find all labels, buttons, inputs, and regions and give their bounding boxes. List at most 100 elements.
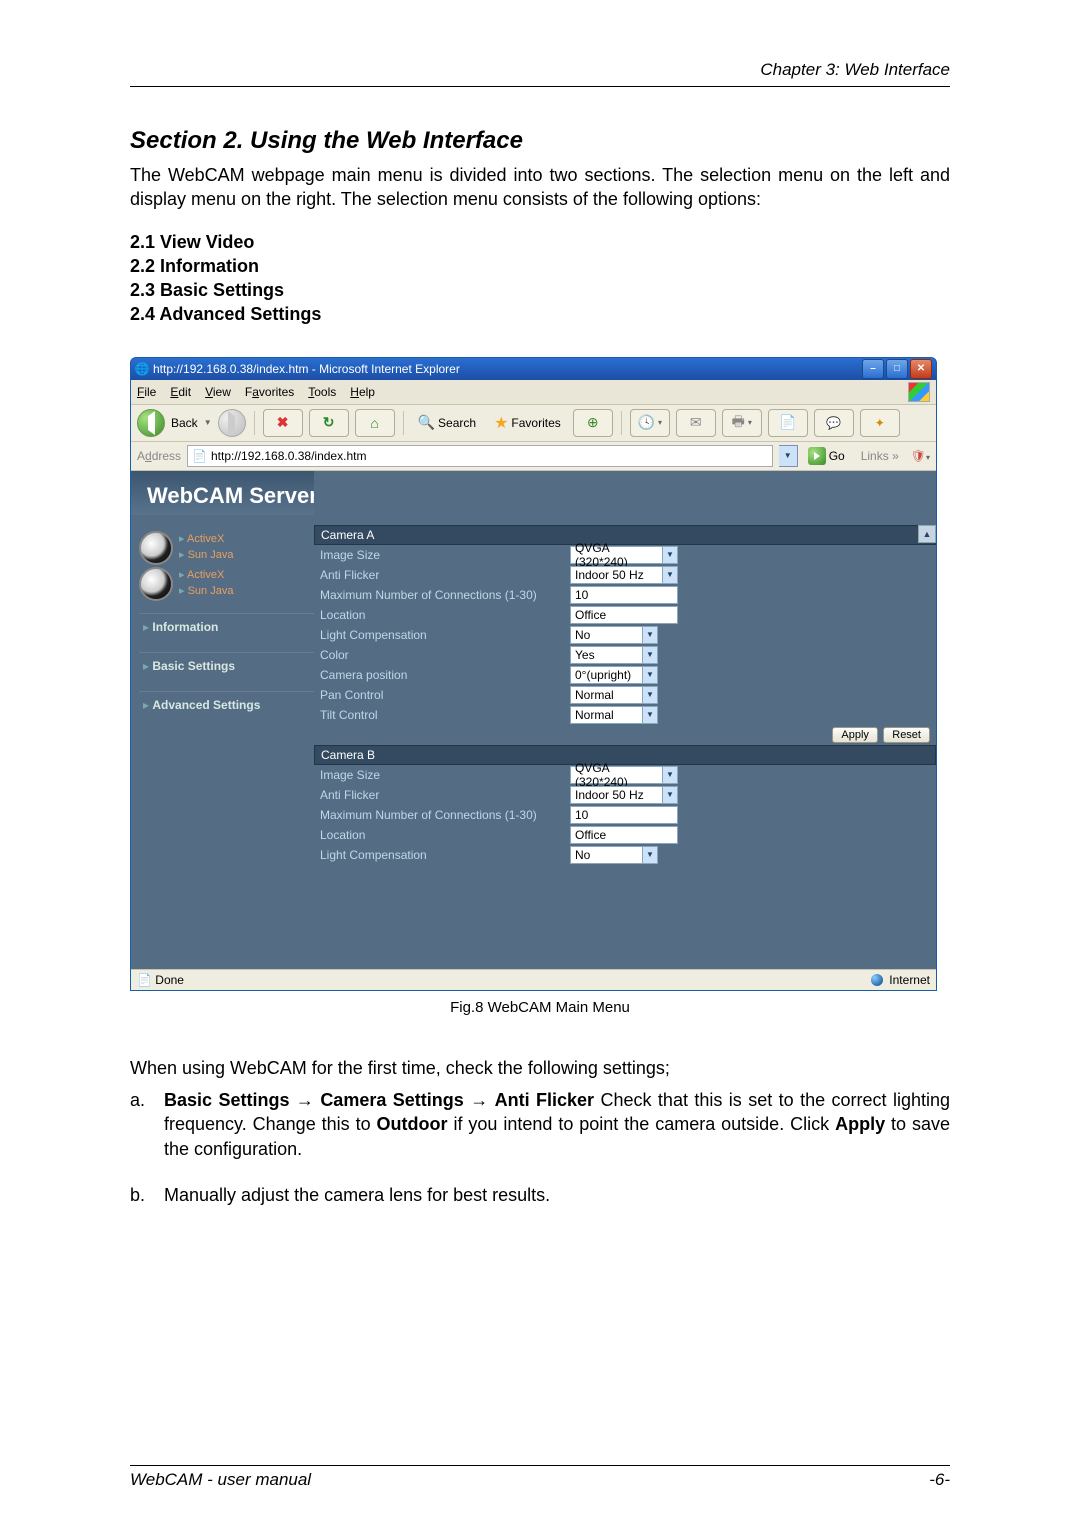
maximize-button[interactable]: □	[886, 359, 908, 379]
toc-item: 2.4 Advanced Settings	[130, 302, 950, 326]
button-row: Apply Reset	[314, 725, 936, 745]
menu-view[interactable]: View	[205, 385, 231, 399]
reset-button[interactable]: Reset	[883, 727, 930, 743]
label-color: Color	[320, 648, 570, 662]
ie-toolbar: Back ▼ ✖ ↻ ⌂ 🔍Search ★Favorites ⊕ 🕓▾ ✉ 🖶…	[131, 405, 936, 442]
toolbar-separator	[254, 411, 255, 435]
select-image-size[interactable]: QVGA (320*240)▼	[570, 546, 678, 564]
address-dropdown[interactable]: ▼	[779, 445, 798, 467]
star-icon: ★	[494, 413, 508, 433]
dropdown-arrow-icon: ▼	[662, 786, 678, 804]
left-nav: ActiveX Sun Java ActiveX Sun Java Inform…	[131, 471, 314, 969]
nav-information[interactable]: Information	[139, 613, 314, 640]
go-icon	[808, 447, 826, 465]
edit-button[interactable]: 📄	[768, 409, 808, 437]
history-button[interactable]: 🕓▾	[630, 409, 670, 437]
page-content: WebCAM Server Camera Settings ActiveX Su…	[131, 471, 936, 969]
forward-button[interactable]	[218, 409, 246, 437]
edit-icon: 📄	[779, 414, 796, 431]
select-pan[interactable]: Normal▼	[570, 686, 658, 704]
select-light-comp[interactable]: No▼	[570, 626, 658, 644]
discuss-icon: 💬	[826, 416, 841, 430]
select-camera-position[interactable]: 0°(upright)▼	[570, 666, 658, 684]
figure-caption: Fig.8 WebCAM Main Menu	[130, 999, 950, 1016]
research-button[interactable]: ✦	[860, 409, 900, 437]
ie-titlebar: 🌐 http://192.168.0.38/index.htm - Micros…	[131, 358, 936, 380]
input-location[interactable]	[570, 826, 678, 844]
search-icon: 🔍	[418, 414, 435, 431]
favorites-button[interactable]: ★Favorites	[488, 410, 567, 436]
minimize-button[interactable]: –	[862, 359, 884, 379]
label-anti-flicker: Anti Flicker	[320, 788, 570, 802]
nav-basic-settings[interactable]: Basic Settings	[139, 652, 314, 679]
menu-tools[interactable]: Tools	[308, 385, 336, 399]
select-anti-flicker[interactable]: Indoor 50 Hz▼	[570, 786, 678, 804]
select-image-size[interactable]: QVGA (320*240)▼	[570, 766, 678, 784]
ie-addressbar: Address 📄 http://192.168.0.38/index.htm …	[131, 442, 936, 471]
sunjava-link[interactable]: Sun Java	[179, 548, 233, 563]
activex-link[interactable]: ActiveX	[179, 568, 233, 583]
apply-button[interactable]: Apply	[832, 727, 878, 743]
address-url: http://192.168.0.38/index.htm	[211, 449, 366, 463]
dropdown-arrow-icon: ▼	[642, 686, 658, 704]
print-button[interactable]: 🖶▾	[722, 409, 762, 437]
label-max-conn: Maximum Number of Connections (1-30)	[320, 808, 570, 822]
media-button[interactable]: ⊕	[573, 409, 613, 437]
links-label[interactable]: Links »	[861, 449, 899, 463]
dropdown-arrow-icon: ▼	[662, 546, 678, 564]
scroll-up-button[interactable]: ▲	[918, 525, 936, 543]
back-label: Back	[171, 416, 198, 430]
setting-row: Anti Flicker Indoor 50 Hz▼	[314, 785, 936, 805]
nav-advanced-settings[interactable]: Advanced Settings	[139, 691, 314, 718]
setting-row: Camera position 0°(upright)▼	[314, 665, 936, 685]
label-camera-position: Camera position	[320, 668, 570, 682]
list-item-a: a. Basic Settings → Camera Settings → An…	[130, 1088, 950, 1161]
activex-link[interactable]: ActiveX	[179, 532, 233, 547]
status-right: Internet	[871, 973, 930, 987]
select-tilt[interactable]: Normal▼	[570, 706, 658, 724]
search-button[interactable]: 🔍Search	[412, 410, 482, 436]
back-button[interactable]	[137, 409, 165, 437]
windows-flag-icon	[908, 382, 930, 402]
go-button[interactable]: Go	[804, 446, 849, 466]
address-input[interactable]: 📄 http://192.168.0.38/index.htm	[187, 445, 773, 467]
input-max-conn[interactable]	[570, 586, 678, 604]
home-icon: ⌂	[370, 415, 378, 431]
close-button[interactable]: ✕	[910, 359, 932, 379]
camera-icon	[139, 567, 173, 601]
dropdown-arrow-icon: ▼	[642, 846, 658, 864]
settings-pane: ▲ Camera A Image Size QVGA (320*240)▼ An…	[314, 471, 936, 969]
setting-row: Location	[314, 605, 936, 625]
menu-favorites[interactable]: Favorites	[245, 385, 294, 399]
webcam-title: WebCAM Server	[147, 483, 318, 509]
back-dropdown[interactable]: ▼	[204, 418, 212, 427]
refresh-icon: ↻	[323, 414, 335, 431]
select-anti-flicker[interactable]: Indoor 50 Hz▼	[570, 566, 678, 584]
stop-icon: ✖	[277, 414, 289, 431]
input-location[interactable]	[570, 606, 678, 624]
search-label: Search	[438, 416, 476, 430]
post-lead: When using WebCAM for the first time, ch…	[130, 1056, 950, 1080]
stop-button[interactable]: ✖	[263, 409, 303, 437]
label-max-conn: Maximum Number of Connections (1-30)	[320, 588, 570, 602]
menu-help[interactable]: Help	[350, 385, 375, 399]
select-light-comp[interactable]: No▼	[570, 846, 658, 864]
setting-row: Color Yes▼	[314, 645, 936, 665]
sunjava-link[interactable]: Sun Java	[179, 584, 233, 599]
ie-window: 🌐 http://192.168.0.38/index.htm - Micros…	[130, 357, 937, 991]
menu-file[interactable]: File	[137, 385, 156, 399]
mail-button[interactable]: ✉	[676, 409, 716, 437]
window-title: http://192.168.0.38/index.htm - Microsof…	[153, 362, 860, 376]
refresh-button[interactable]: ↻	[309, 409, 349, 437]
label-image-size: Image Size	[320, 768, 570, 782]
norton-icon[interactable]: 🛡▾	[911, 449, 930, 463]
select-color[interactable]: Yes▼	[570, 646, 658, 664]
setting-row: Pan Control Normal▼	[314, 685, 936, 705]
home-button[interactable]: ⌂	[355, 409, 395, 437]
setting-row: Location	[314, 825, 936, 845]
ie-logo-icon: 🌐	[135, 362, 149, 376]
menu-edit[interactable]: Edit	[170, 385, 191, 399]
setting-row: Light Compensation No▼	[314, 625, 936, 645]
input-max-conn[interactable]	[570, 806, 678, 824]
discuss-button[interactable]: 💬	[814, 409, 854, 437]
